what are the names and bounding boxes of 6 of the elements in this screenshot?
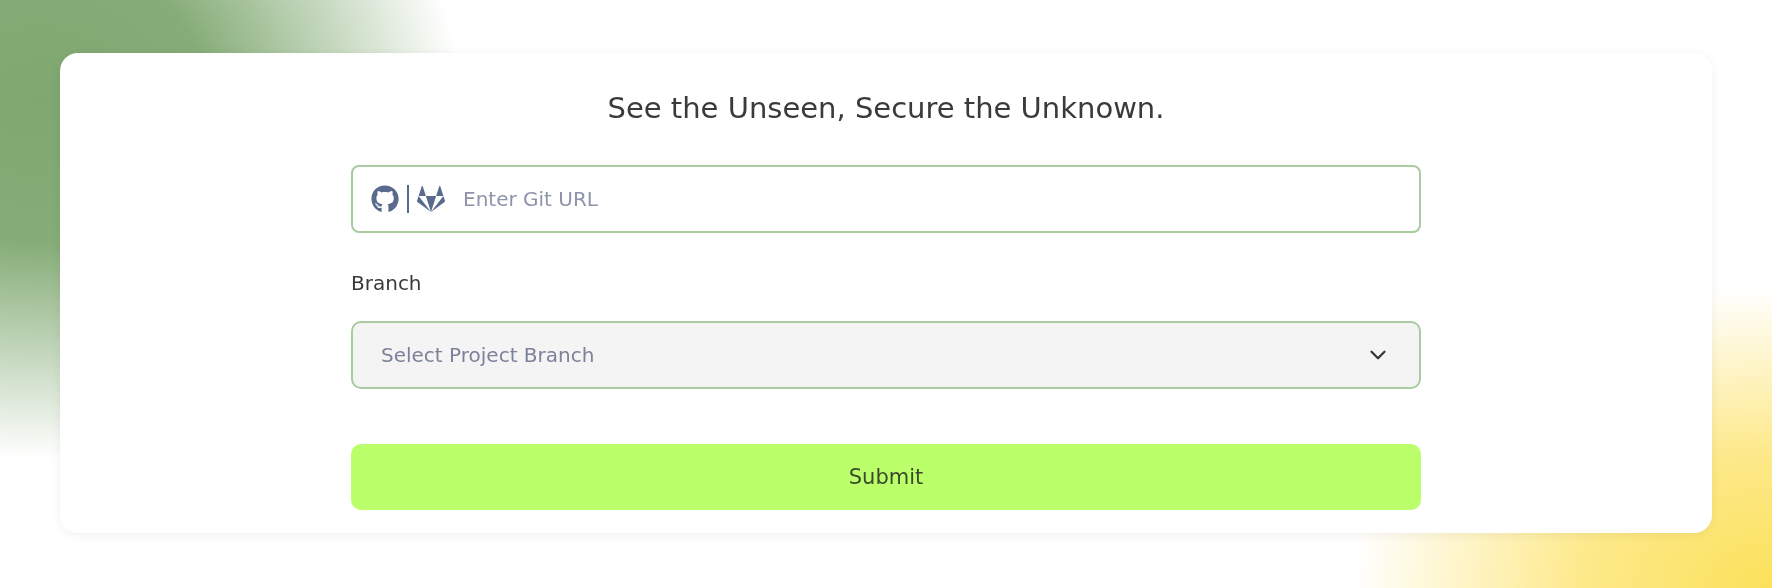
heading: See the Unseen, Secure the Unknown.	[607, 91, 1165, 125]
github-icon	[371, 185, 399, 213]
git-url-field[interactable]: Enter Git URL	[351, 165, 1421, 233]
submit-button[interactable]: Submit	[351, 444, 1421, 510]
gitlab-icon	[417, 185, 445, 213]
branch-label: Branch	[351, 271, 422, 295]
